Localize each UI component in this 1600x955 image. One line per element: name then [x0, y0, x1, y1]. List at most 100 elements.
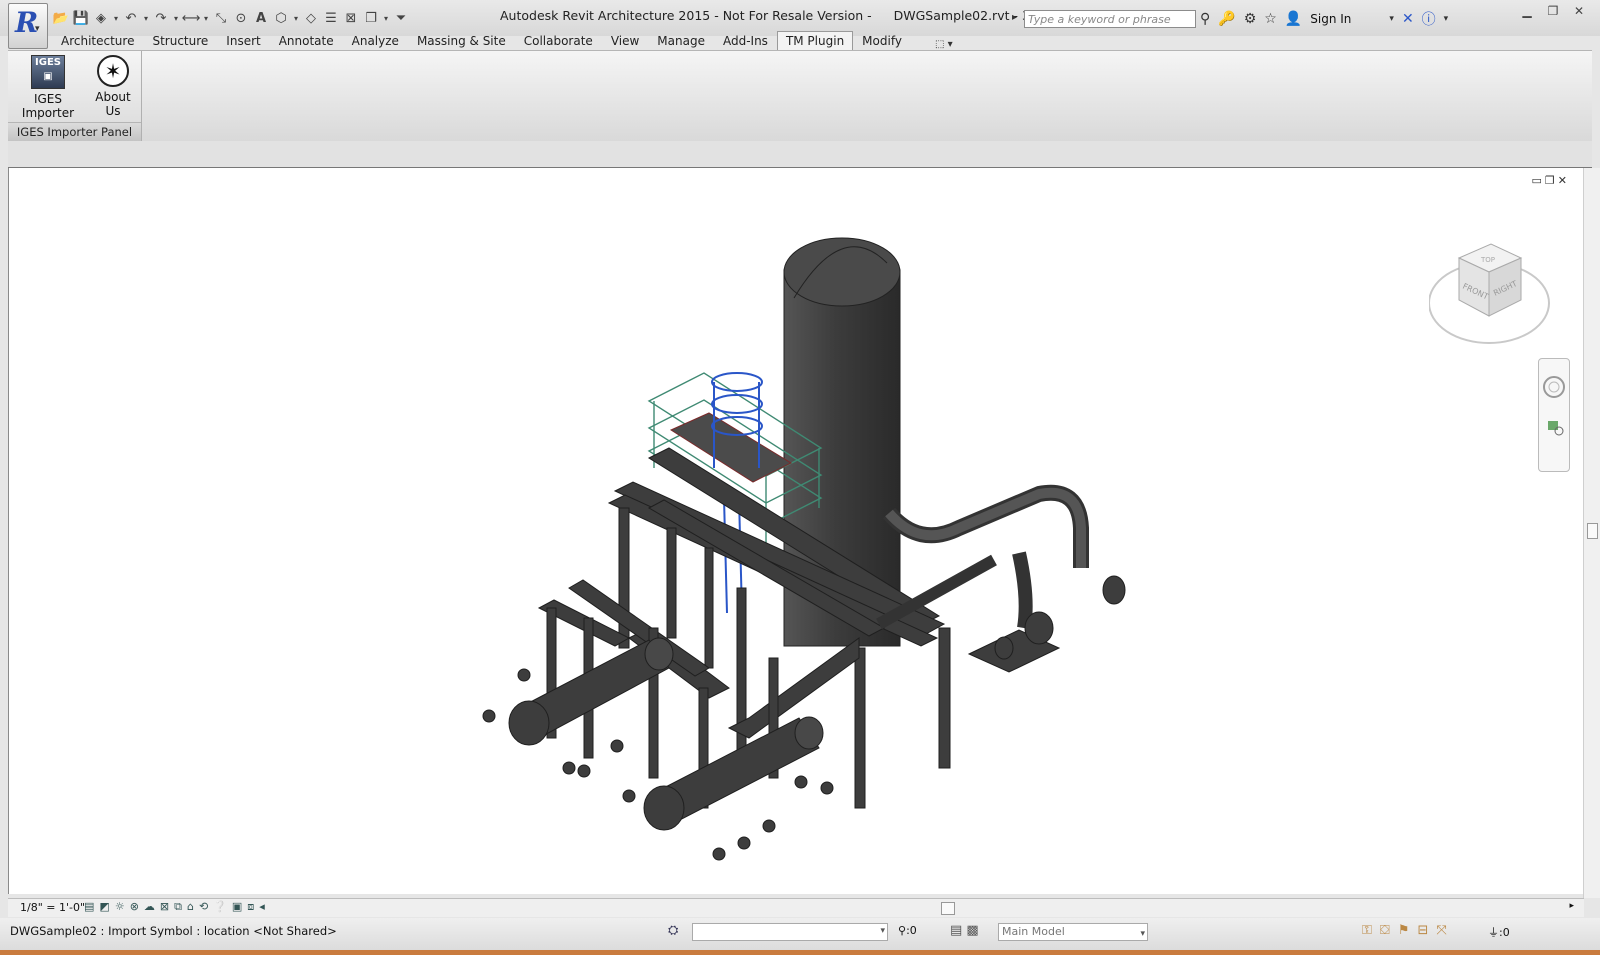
customize-qat-icon[interactable]: ⏷	[392, 9, 410, 27]
detail-level-icon[interactable]: ▤	[84, 900, 94, 914]
tab-annotate[interactable]: Annotate	[270, 32, 343, 50]
analytical-model-icon[interactable]: ⧈	[247, 900, 254, 914]
tag-icon[interactable]: ⊙	[232, 9, 250, 27]
application-menu-button[interactable]: R ▾	[8, 3, 48, 49]
tab-modify[interactable]: Modify	[853, 32, 911, 50]
default-3d-view-icon[interactable]: ⬡	[272, 9, 290, 27]
workset-dropdown[interactable]: ▾	[692, 923, 888, 941]
aligned-dimension-icon[interactable]: ⤡	[212, 9, 230, 27]
tab-collaborate[interactable]: Collaborate	[515, 32, 602, 50]
chevron-down-icon[interactable]: ▾	[142, 9, 150, 27]
chevron-left-icon[interactable]: ◂	[259, 900, 265, 914]
exchange-apps-icon[interactable]: ✕	[1402, 11, 1414, 27]
3d-model[interactable]	[9, 168, 1585, 894]
iges-importer-button[interactable]: IGES ▣ IGES Importer	[12, 55, 84, 120]
unlocked-3d-view-icon[interactable]: ⌂	[187, 900, 194, 914]
redo-icon[interactable]: ↷	[152, 9, 170, 27]
restore-icon[interactable]: ❐	[1540, 2, 1566, 20]
options-bar	[8, 141, 1592, 168]
rendering-icon[interactable]: ☁	[144, 900, 155, 914]
reveal-hidden-icon[interactable]: ❔	[213, 900, 227, 914]
communication-center-icon[interactable]: ⚙	[1244, 11, 1257, 27]
iges-importer-panel: IGES ▣ IGES Importer ✶ About Us IGES Impo…	[8, 51, 142, 141]
select-underlay-icon[interactable]: ⛋	[1380, 923, 1390, 938]
subscription-center-icon[interactable]: 🔑	[1218, 11, 1235, 27]
horizontal-scrollbar[interactable]: ▸	[334, 901, 1574, 915]
chevron-down-icon[interactable]: ▾	[112, 9, 120, 27]
design-option-dropdown[interactable]: Main Model ▾	[998, 923, 1148, 941]
design-options-icon[interactable]: ▤ ▩	[950, 923, 979, 938]
user-icon[interactable]: 👤	[1285, 11, 1302, 27]
chevron-down-icon[interactable]: ▾	[292, 9, 300, 27]
visual-style-icon[interactable]: ◩	[99, 900, 109, 914]
chevron-down-icon[interactable]: ▾	[1140, 926, 1145, 942]
favorites-star-icon[interactable]: ☆	[1264, 11, 1277, 27]
iges-icon: IGES ▣	[31, 55, 65, 89]
crop-view-icon[interactable]: ⊠	[160, 900, 169, 914]
view-cube[interactable]: TOP FRONT RIGHT	[1429, 238, 1559, 348]
sync-icon[interactable]: ◈	[92, 9, 110, 27]
tab-analyze[interactable]: Analyze	[343, 32, 408, 50]
tab-tm-plugin[interactable]: TM Plugin	[776, 31, 854, 50]
search-input[interactable]: Type a keyword or phrase	[1024, 10, 1196, 28]
section-icon[interactable]: ◇	[302, 9, 320, 27]
ribbon-display-options-icon[interactable]: ⬚ ▾	[935, 39, 953, 50]
zoom-icon[interactable]	[1548, 421, 1558, 430]
tab-massing-site[interactable]: Massing & Site	[408, 32, 515, 50]
chevron-down-icon[interactable]: ▾	[880, 926, 885, 936]
chevron-down-icon[interactable]: ▾	[172, 9, 180, 27]
tab-architecture[interactable]: Architecture	[52, 32, 143, 50]
heat-exchanger-left[interactable]	[482, 637, 674, 778]
sign-in-link[interactable]: Sign In	[1310, 12, 1351, 26]
revit-window: R ▾ 📂 💾 ◈ ▾ ↶ ▾ ↷ ▾ ⟷ ▾ ⤡ ⊙ A ⬡ ▾ ◇ ☰ ⊠ ❐ ▾ ⏷ …	[0, 0, 1600, 950]
switch-windows-icon[interactable]: ❐	[362, 9, 380, 27]
worksets-icon[interactable]: ⛭	[668, 923, 678, 938]
crop-region-icon[interactable]: ⧉	[174, 900, 182, 914]
tab-add-ins[interactable]: Add-Ins	[714, 32, 777, 50]
chevron-down-icon[interactable]: ▾	[382, 9, 390, 27]
scroll-thumb[interactable]	[941, 902, 955, 915]
drag-elements-icon[interactable]: ⤧	[1436, 923, 1446, 938]
vertical-scrollbar[interactable]	[1583, 168, 1600, 898]
chevron-right-icon[interactable]: ▸	[1569, 901, 1574, 911]
chevron-down-icon[interactable]: ▾	[1389, 14, 1394, 24]
select-pinned-icon[interactable]: ⚑	[1398, 923, 1410, 938]
editable-only-count[interactable]: ⚲:0	[898, 924, 917, 937]
tab-structure[interactable]: Structure	[143, 32, 217, 50]
temporary-hide-icon[interactable]: ⟲	[199, 900, 208, 914]
select-links-icon[interactable]: ⚿	[1362, 923, 1372, 938]
binoculars-icon[interactable]: ⚲	[1200, 11, 1210, 27]
undo-icon[interactable]: ↶	[122, 9, 140, 27]
status-text: DWGSample02 : Import Symbol : location <…	[10, 924, 337, 938]
select-by-face-icon[interactable]: ⊟	[1417, 923, 1428, 938]
help-icon[interactable]: ⓘ	[1422, 9, 1436, 29]
3d-viewport[interactable]: ▭ ❐ ✕ TOP FRONT RIGHT	[8, 168, 1585, 894]
tab-view[interactable]: View	[602, 32, 648, 50]
chevron-down-icon[interactable]: ▾	[202, 9, 210, 27]
infocenter-toolbar: ⚲ 🔑 ⚙ ☆ 👤 Sign In ▾ ✕ ⓘ ▾	[1200, 9, 1448, 29]
worksharing-display-icon[interactable]: ▣	[232, 900, 242, 914]
scroll-thumb[interactable]	[1587, 523, 1598, 539]
steering-wheel-icon[interactable]	[1543, 376, 1565, 398]
about-icon: ✶	[97, 55, 129, 87]
minimize-icon[interactable]: ▁	[1514, 2, 1540, 20]
ribbon: IGES ▣ IGES Importer ✶ About Us IGES Impo…	[8, 50, 1592, 142]
close-icon[interactable]: ✕	[1566, 2, 1592, 20]
save-icon[interactable]: 💾	[72, 9, 90, 27]
tab-insert[interactable]: Insert	[217, 32, 269, 50]
measure-icon[interactable]: ⟷	[182, 9, 201, 27]
filter-count[interactable]: ⏚:0	[1488, 924, 1510, 940]
scale-selector[interactable]: 1/8" = 1'-0"	[20, 901, 85, 914]
shadows-icon[interactable]: ⊗	[130, 900, 139, 914]
viewcube-top-label[interactable]: TOP	[1480, 256, 1495, 264]
text-icon[interactable]: A	[252, 9, 270, 27]
sun-path-icon[interactable]: ☼	[115, 900, 125, 914]
thin-lines-icon[interactable]: ☰	[322, 9, 340, 27]
open-icon[interactable]: 📂	[52, 9, 70, 27]
panel-title: IGES Importer Panel	[8, 122, 141, 141]
tab-manage[interactable]: Manage	[648, 32, 714, 50]
close-hidden-windows-icon[interactable]: ⊠	[342, 9, 360, 27]
about-us-button[interactable]: ✶ About Us	[86, 55, 140, 118]
expand-search-icon[interactable]: ▸	[1012, 12, 1017, 23]
chevron-down-icon[interactable]: ▾	[1444, 14, 1449, 24]
